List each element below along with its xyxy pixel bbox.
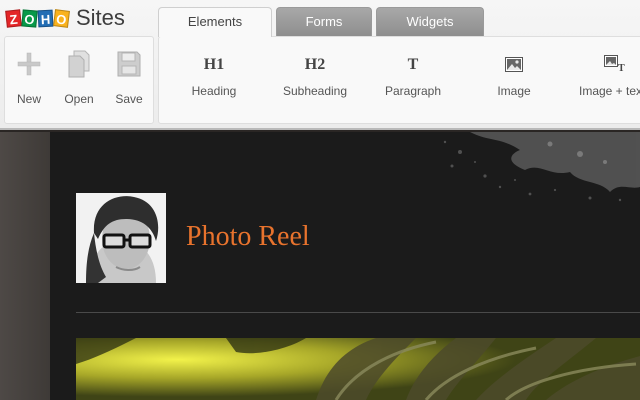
site-canvas: Photo Reel [0, 132, 640, 400]
elements-panel: H1 Heading H2 Subheading T Paragraph Ima… [158, 36, 640, 124]
logo-letter-h: H [37, 9, 54, 27]
zoho-logo-tiles: Z O H O [5, 8, 70, 28]
tab-forms[interactable]: Forms [276, 7, 372, 36]
save-button-label: Save [115, 92, 143, 106]
site-title[interactable]: Photo Reel [186, 219, 310, 255]
paragraph-icon: T [407, 56, 419, 73]
logo-letter-o2: O [53, 8, 70, 28]
subheading-element-button[interactable]: H2 Subheading [269, 37, 361, 123]
heading-element-label: Heading [191, 84, 237, 98]
header-divider [76, 312, 640, 313]
new-button[interactable]: New [5, 37, 53, 123]
photo-reel-image[interactable] [76, 338, 640, 400]
logo-letter-o: O [21, 8, 38, 28]
new-button-label: New [16, 92, 41, 106]
logo-letter-z: Z [5, 8, 22, 28]
image-text-element-button[interactable]: T Image + tex [571, 37, 640, 123]
floppy-disk-icon [117, 51, 141, 77]
paragraph-element-label: Paragraph [384, 84, 442, 98]
canvas-margin [0, 132, 50, 400]
zoho-sites-logo: Z O H O Sites [5, 5, 125, 30]
open-button[interactable]: Open [55, 37, 103, 123]
document-icon [68, 50, 90, 78]
save-button[interactable]: Save [105, 37, 153, 123]
heading-icon: H1 [203, 56, 225, 73]
paragraph-element-button[interactable]: T Paragraph [373, 37, 453, 123]
grunge-splatter-decoration [443, 132, 640, 202]
svg-text:T: T [618, 63, 625, 72]
tab-widgets[interactable]: Widgets [376, 7, 484, 36]
open-button-label: Open [64, 92, 94, 106]
site-page[interactable]: Photo Reel [50, 132, 640, 400]
image-element-button[interactable]: Image [473, 37, 555, 123]
subheading-element-label: Subheading [282, 84, 348, 98]
tab-elements[interactable]: Elements [158, 7, 272, 37]
image-icon [505, 57, 523, 72]
subheading-icon: H2 [304, 56, 326, 73]
image-text-icon: T [604, 55, 625, 72]
file-tools-panel: New Open Save [4, 36, 154, 124]
product-name: Sites [76, 5, 125, 30]
heading-element-button[interactable]: H1 Heading [173, 37, 255, 123]
plus-icon [17, 52, 41, 76]
image-element-label: Image [497, 84, 531, 98]
zoho-sites-editor: Z O H O Sites New Open Save Elements For… [0, 0, 640, 400]
author-photo [76, 193, 166, 283]
editor-toolbar: Z O H O Sites New Open Save Elements For… [0, 0, 640, 130]
image-text-element-label: Image + tex [579, 84, 640, 98]
